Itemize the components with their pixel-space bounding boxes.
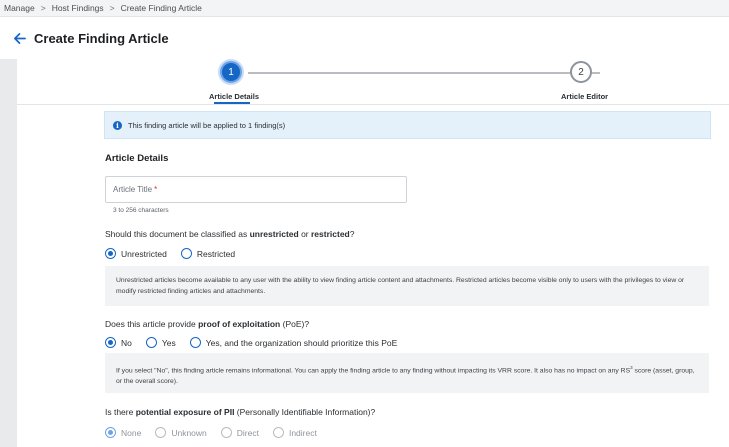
- radio-unrestricted[interactable]: Unrestricted: [105, 248, 167, 259]
- radio-restricted[interactable]: Restricted: [180, 248, 236, 259]
- radio-checked-icon[interactable]: [105, 337, 116, 348]
- classification-question: Should this document be classified as un…: [105, 229, 355, 239]
- radio-pii-direct[interactable]: Direct: [220, 427, 259, 438]
- radio-pii-unknown[interactable]: Unknown: [155, 427, 207, 438]
- radio-label: Indirect: [288, 427, 317, 438]
- page-title: Create Finding Article: [34, 30, 169, 46]
- article-title-helper: 3 to 256 characters: [113, 207, 169, 214]
- radio-label: None: [121, 427, 142, 438]
- active-step-underline: [214, 102, 250, 104]
- poe-question: Does this article provide proof of explo…: [105, 319, 310, 329]
- radio-unchecked-icon[interactable]: [155, 427, 167, 438]
- pii-radio-group: None Unknown Direct Indirect: [105, 427, 331, 438]
- step-1-label[interactable]: Article Details: [209, 92, 259, 101]
- breadcrumb-manage[interactable]: Manage: [4, 3, 35, 13]
- left-rail: [0, 59, 17, 447]
- breadcrumb-separator: >: [40, 3, 46, 13]
- breadcrumb-host-findings[interactable]: Host Findings: [52, 3, 104, 13]
- radio-checked-icon[interactable]: [105, 427, 116, 438]
- breadcrumb-separator: >: [109, 3, 115, 13]
- breadcrumb: Manage > Host Findings > Create Finding …: [0, 0, 729, 17]
- poe-note: If you select "No", this finding article…: [105, 353, 709, 393]
- radio-poe-no[interactable]: No: [105, 337, 132, 348]
- radio-label: No: [121, 337, 132, 348]
- stepper-connector: [248, 72, 600, 74]
- breadcrumb-current: Create Finding Article: [120, 3, 202, 13]
- radio-label: Yes: [161, 337, 176, 348]
- required-marker: *: [154, 185, 158, 194]
- radio-label: Direct: [236, 427, 259, 438]
- radio-unchecked-icon[interactable]: [189, 337, 201, 348]
- radio-unchecked-icon[interactable]: [145, 337, 157, 348]
- step-1-indicator[interactable]: 1: [220, 61, 242, 83]
- page-header: Create Finding Article: [0, 17, 729, 59]
- article-title-placeholder: Article Title: [113, 185, 153, 194]
- step-2-label[interactable]: Article Editor: [561, 92, 608, 101]
- classification-radio-group: Unrestricted Restricted: [105, 248, 249, 259]
- step-2-indicator[interactable]: 2: [570, 61, 592, 83]
- radio-unchecked-icon[interactable]: [220, 427, 232, 438]
- poe-radio-group: No Yes Yes, and the organization should …: [105, 337, 411, 348]
- radio-label: Unknown: [171, 427, 207, 438]
- radio-pii-none[interactable]: None: [105, 427, 141, 438]
- pii-question: Is there potential exposure of PII (Pers…: [105, 407, 376, 417]
- classification-note: Unrestricted articles become available t…: [105, 266, 709, 306]
- radio-unchecked-icon[interactable]: [180, 248, 192, 259]
- info-banner-text: This finding article will be applied to …: [128, 120, 286, 130]
- back-arrow-icon[interactable]: [12, 31, 26, 45]
- article-title-input[interactable]: Article Title *: [105, 176, 407, 203]
- radio-label: Yes, and the organization should priorit…: [205, 337, 398, 348]
- stepper: 1 2 Article Details Article Editor: [17, 59, 729, 105]
- section-title: Article Details: [105, 153, 169, 164]
- radio-checked-icon[interactable]: [105, 248, 116, 259]
- radio-unchecked-icon[interactable]: [272, 427, 284, 438]
- info-banner: i This finding article will be applied t…: [104, 111, 711, 139]
- radio-poe-yes-prioritize[interactable]: Yes, and the organization should priorit…: [189, 337, 398, 348]
- radio-label: Restricted: [196, 248, 236, 259]
- radio-poe-yes[interactable]: Yes: [145, 337, 176, 348]
- info-icon: i: [113, 120, 122, 130]
- radio-label: Unrestricted: [121, 248, 167, 259]
- radio-pii-indirect[interactable]: Indirect: [272, 427, 317, 438]
